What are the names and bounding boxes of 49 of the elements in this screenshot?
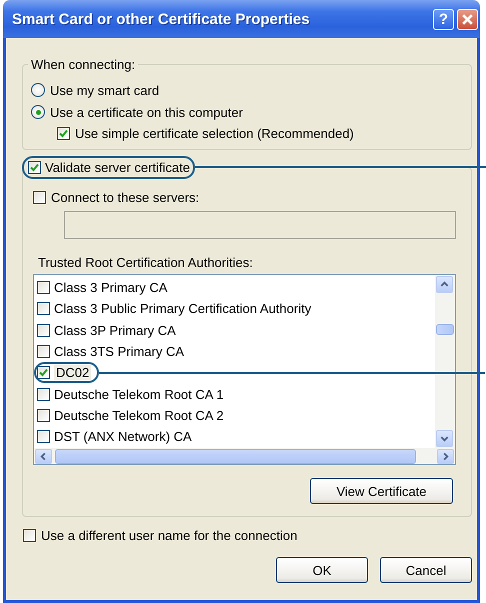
list-item[interactable]: Class 3P Primary CA <box>54 322 176 338</box>
radio-label: Use a certificate on this computer <box>50 104 243 120</box>
vertical-scrollbar[interactable] <box>435 275 455 448</box>
close-button[interactable] <box>457 8 478 30</box>
checkbox[interactable] <box>37 345 50 358</box>
chevron-right-icon <box>441 452 450 460</box>
list-item[interactable]: Class 3 Public Primary Certification Authority <box>54 301 312 316</box>
certificate-list[interactable]: Class 3 Primary CA Class 3 Public Primary Certification Authority Class 3P Primary CA Class 3TS Primary CA DC02 Deutsche Telekom Root CA 1 Deutsche Telekom Root CA 2 DST (ANX Network) CA <box>33 274 456 465</box>
checkbox-label: Use simple certificate selection (Recommended) <box>75 126 354 141</box>
list-item[interactable]: Deutsche Telekom Root CA 2 <box>54 408 224 423</box>
checkbox[interactable] <box>37 302 50 316</box>
chevron-left-icon <box>39 452 48 460</box>
view-certificate-button[interactable]: View Certificate <box>310 478 453 504</box>
dialog-button[interactable]: Cancel <box>380 557 472 583</box>
radio-button[interactable] <box>31 83 45 97</box>
checkbox-label: Use a different user name for the connection <box>41 528 298 542</box>
scroll-right-button[interactable] <box>437 448 454 464</box>
checkbox-label: Connect to these servers: <box>51 190 200 204</box>
horizontal-scrollbar[interactable] <box>34 448 455 464</box>
scroll-left-button[interactable] <box>35 448 52 464</box>
checkbox[interactable] <box>57 127 70 140</box>
checkbox[interactable] <box>37 408 50 422</box>
checkbox[interactable] <box>37 366 50 380</box>
group-label: When connecting: <box>28 57 138 72</box>
scroll-thumb[interactable] <box>436 324 454 335</box>
checkbox[interactable] <box>37 388 50 401</box>
list-item[interactable]: Deutsche Telekom Root CA 1 <box>54 386 224 402</box>
dialog-button[interactable]: OK <box>276 557 368 583</box>
close-icon <box>461 12 474 26</box>
radio-label: Use my smart card <box>50 82 160 98</box>
scroll-up-button[interactable] <box>436 276 453 293</box>
chevron-up-icon <box>440 280 449 289</box>
chevron-down-icon <box>440 434 449 443</box>
checkbox[interactable] <box>23 528 36 542</box>
checkbox-label: Validate server certificate <box>45 160 190 174</box>
list-item[interactable]: DST (ANX Network) CA <box>54 429 192 444</box>
radio-button[interactable] <box>31 105 45 119</box>
checkbox[interactable] <box>37 430 50 444</box>
list-item[interactable]: Class 3TS Primary CA <box>54 344 184 360</box>
window-title: Smart Card or other Certificate Properties <box>12 10 310 28</box>
scroll-down-button[interactable] <box>436 430 453 447</box>
checkbox[interactable] <box>28 160 41 174</box>
list-label: Trusted Root Certification Authorities: <box>38 255 254 270</box>
list-item[interactable]: DC02 <box>54 365 92 380</box>
checkbox[interactable] <box>33 190 46 204</box>
scroll-thumb[interactable] <box>55 448 416 464</box>
list-item[interactable]: Class 3 Primary CA <box>54 280 168 296</box>
checkbox[interactable] <box>37 324 50 337</box>
checkbox[interactable] <box>37 281 50 294</box>
